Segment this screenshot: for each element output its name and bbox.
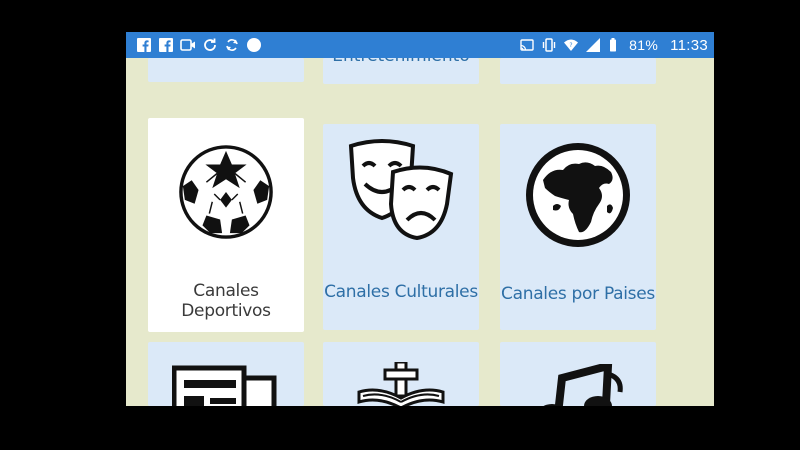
globe-icon xyxy=(526,143,630,247)
tile-canales-por-paises-label: Canales por Paises xyxy=(501,284,655,304)
bible-cross-icon xyxy=(357,362,445,406)
facebook-icon xyxy=(136,37,152,53)
tile-canales-culturales-label: Canales Culturales xyxy=(324,282,478,302)
tile-entretenimiento[interactable]: Entretenimiento xyxy=(323,58,479,84)
tile-noticias[interactable] xyxy=(148,342,304,406)
tile-musica[interactable] xyxy=(500,342,656,406)
battery-percentage: 81% xyxy=(629,37,659,53)
vibrate-icon xyxy=(541,37,557,53)
notification-icons xyxy=(136,37,262,53)
tile-entretenimiento-label: Entretenimiento xyxy=(323,58,479,66)
phone-screen: ? 81% 11:33 Entretenimiento xyxy=(126,32,714,406)
tile-religiosos[interactable] xyxy=(323,342,479,406)
music-note-icon xyxy=(543,364,623,406)
theater-masks-icon xyxy=(348,139,454,240)
tile-canales-deportivos-label: Canales Deportivos xyxy=(181,281,271,321)
tile-top-right-partial[interactable] xyxy=(500,58,656,84)
dot-icon xyxy=(246,37,262,53)
clock: 11:33 xyxy=(670,36,708,54)
soccer-ball-icon xyxy=(179,145,273,239)
tile-canales-por-paises[interactable]: Canales por Paises xyxy=(500,124,656,330)
tile-canales-culturales[interactable]: Canales Culturales xyxy=(323,124,479,330)
facebook-icon xyxy=(158,37,174,53)
status-bar: ? 81% 11:33 xyxy=(126,32,714,58)
battery-icon xyxy=(607,37,623,53)
newspaper-icon xyxy=(172,365,277,406)
wifi-icon: ? xyxy=(563,37,579,53)
svg-text:?: ? xyxy=(570,42,573,49)
tile-canales-deportivos[interactable]: Canales Deportivos xyxy=(148,118,304,332)
signal-icon xyxy=(585,37,601,53)
sync-icon xyxy=(202,37,218,53)
channel-category-grid: Entretenimiento Canales Deportivos xyxy=(126,58,714,406)
system-icons: ? 81% 11:33 xyxy=(519,37,708,54)
refresh-icon xyxy=(224,37,240,53)
cast-icon xyxy=(519,37,535,53)
tile-top-left-partial[interactable] xyxy=(148,58,304,82)
video-camera-icon xyxy=(180,37,196,53)
